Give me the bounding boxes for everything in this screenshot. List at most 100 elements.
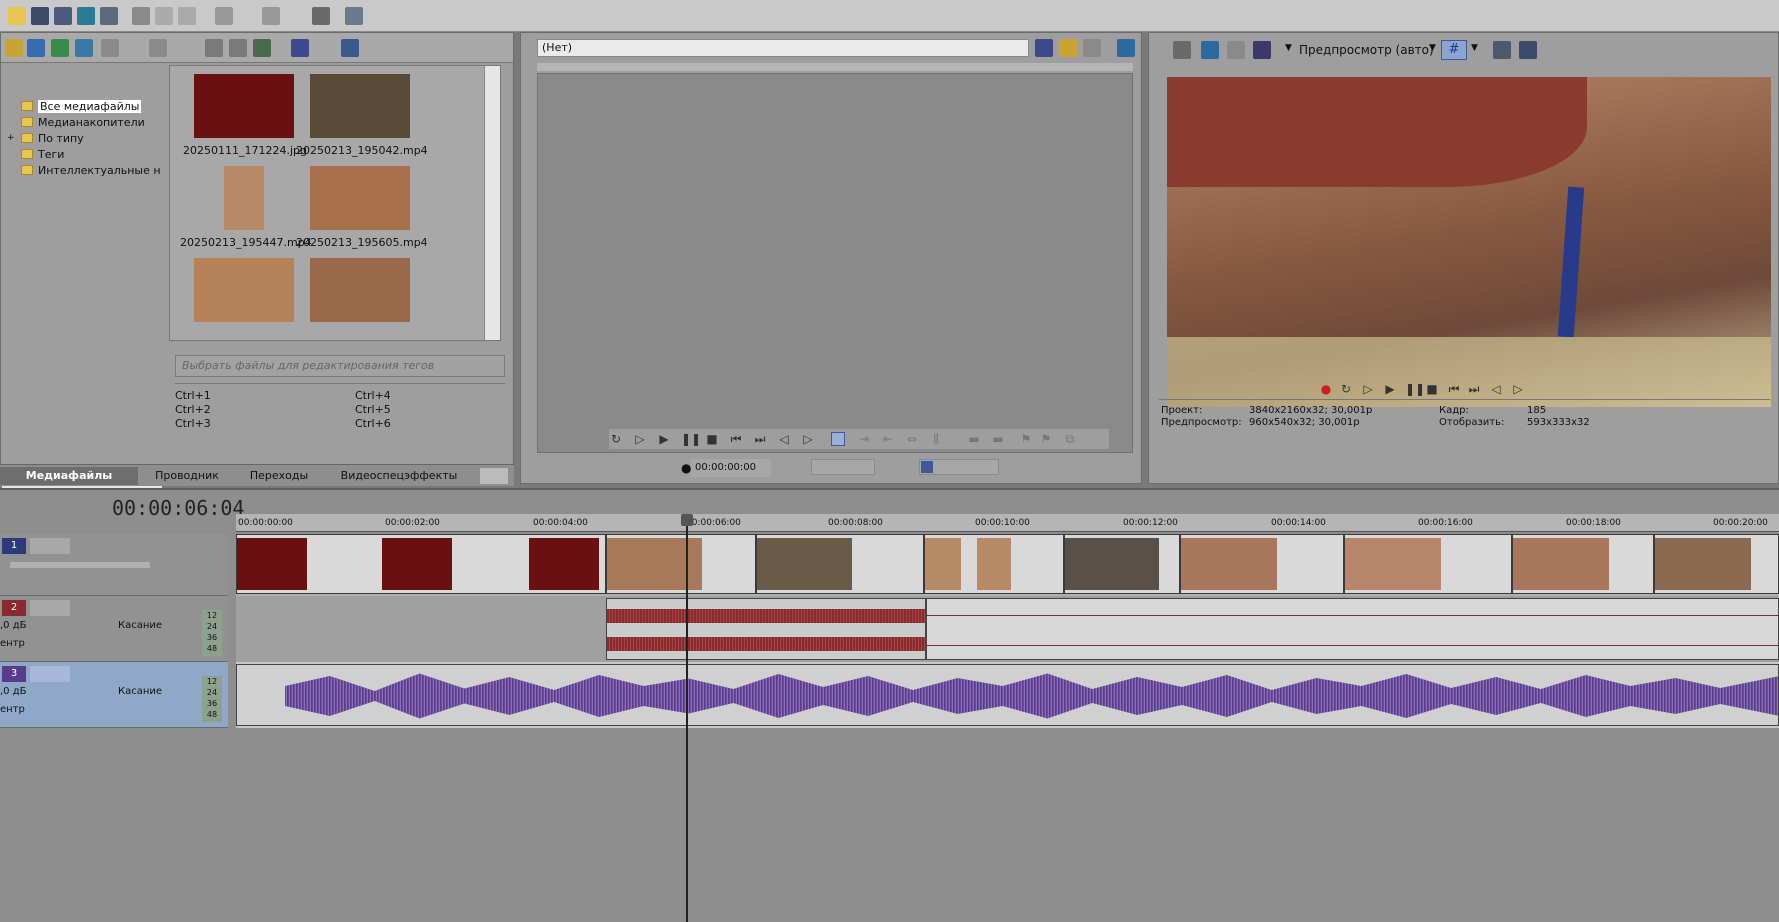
tools-icon[interactable] (149, 39, 167, 57)
view-icon[interactable] (291, 39, 309, 57)
trim-icon[interactable]: ⇤ (881, 432, 895, 446)
chevron-down-icon[interactable]: ▼ (1429, 43, 1436, 53)
video-clip[interactable] (1512, 534, 1654, 594)
save-icon[interactable] (31, 7, 49, 25)
cut-icon[interactable] (132, 7, 150, 25)
track-header-video-1[interactable]: 1 (0, 534, 228, 596)
refresh-icon[interactable] (51, 39, 69, 57)
stop-icon[interactable]: ■ (1425, 382, 1439, 396)
add-icon[interactable]: ▬ (967, 432, 981, 446)
open-icon[interactable] (8, 7, 26, 25)
tree-item-bins[interactable]: Медианакопители (21, 115, 145, 131)
video-clip[interactable] (924, 534, 1064, 594)
marker-icon[interactable]: ⚑ (1039, 432, 1053, 446)
shortcut[interactable]: Ctrl+1 (175, 389, 211, 402)
trimmer-timecode[interactable]: 00:00:00:00 (691, 459, 771, 477)
video-clip[interactable] (1064, 534, 1180, 594)
playhead-handle[interactable] (681, 514, 693, 526)
tree-item-smart-bins[interactable]: Интеллектуальные накопители (21, 163, 161, 179)
shortcut[interactable]: Ctrl+3 (175, 417, 211, 430)
save-as-icon[interactable] (54, 7, 72, 25)
record-icon[interactable]: ● (1319, 382, 1333, 396)
video-clip[interactable] (1180, 534, 1344, 594)
track-name-field[interactable] (30, 538, 70, 554)
pause-icon[interactable]: ❚❚ (681, 432, 701, 446)
remove-icon[interactable] (101, 39, 119, 57)
tree-item-all-media[interactable]: Все медиафайлы (21, 99, 142, 115)
trimmer-display[interactable] (537, 73, 1133, 453)
search-icon[interactable] (341, 39, 359, 57)
help-icon[interactable] (345, 7, 363, 25)
loop-icon[interactable]: ↻ (1339, 382, 1353, 396)
playhead-cursor[interactable] (686, 514, 688, 922)
play-from-start-icon[interactable]: ▷ (1361, 382, 1375, 396)
loop-icon[interactable]: ↻ (609, 432, 623, 446)
tree-item-by-type[interactable]: По типу (21, 131, 84, 147)
preview-quality-dropdown[interactable]: Предпросмотр (авто) (1299, 43, 1434, 57)
copy-snapshot-icon[interactable] (1493, 41, 1511, 59)
import-icon[interactable] (5, 39, 23, 57)
timeline-timecode[interactable]: 00:00:06:04 (112, 496, 244, 520)
properties-icon[interactable] (100, 7, 118, 25)
pause-icon[interactable]: ❚❚ (1405, 382, 1425, 396)
play-icon[interactable]: ▶ (1383, 382, 1397, 396)
track-header-audio-3[interactable]: 3 ,0 дБ ентр Касание 12 24 36 48 (0, 662, 228, 728)
export-icon[interactable]: ⧉ (1063, 432, 1077, 446)
level-slider[interactable] (10, 562, 150, 568)
audio-clip-music[interactable] (236, 664, 1779, 726)
media-thumbnail[interactable]: 20250213_195447.mp4 (180, 166, 312, 249)
trimmer-source-dropdown[interactable]: (Нет) (537, 39, 1029, 57)
trimmer-timeline-strip[interactable] (537, 63, 1133, 71)
trimmer-in-box[interactable] (811, 459, 875, 475)
trim-icon[interactable]: ⇥ (857, 432, 871, 446)
play-icon[interactable] (205, 39, 223, 57)
create-region-icon[interactable] (831, 432, 845, 446)
audio-clip[interactable] (926, 598, 1779, 660)
media-thumbnail[interactable]: 20250213_195605.mp4 (296, 166, 428, 249)
monitor-icon[interactable] (1117, 39, 1135, 57)
media-thumbnail[interactable]: 20250111_171224.jpg (183, 74, 307, 157)
edit-icon[interactable] (1035, 39, 1053, 57)
zoom-media-icon[interactable] (75, 39, 93, 57)
media-vertical-scrollbar[interactable] (484, 66, 500, 340)
play-icon[interactable]: ▶ (657, 432, 671, 446)
stop-icon[interactable] (229, 39, 247, 57)
media-thumbnail[interactable] (310, 258, 410, 322)
media-thumbnail[interactable] (194, 258, 294, 322)
go-end-icon[interactable]: ⏭ (1467, 382, 1481, 396)
tab-scroll-arrows[interactable] (480, 468, 508, 484)
capture-icon[interactable] (27, 39, 45, 57)
overwrite-icon[interactable]: ▬ (991, 432, 1005, 446)
next-frame-icon[interactable]: ▷ (801, 432, 815, 446)
track-header-audio-2[interactable]: 2 ,0 дБ ентр Касание 12 24 36 48 (0, 596, 228, 662)
marker-icon[interactable]: ⚑ (1019, 432, 1033, 446)
chevron-down-icon[interactable]: ▼ (1471, 43, 1478, 53)
chevron-down-icon[interactable]: ▼ (1285, 43, 1292, 53)
next-frame-icon[interactable]: ▷ (1511, 382, 1525, 396)
close-icon[interactable] (1083, 39, 1101, 57)
external-monitor-icon[interactable] (1201, 41, 1219, 59)
render-icon[interactable] (77, 7, 95, 25)
go-start-icon[interactable]: ⏮ (729, 432, 743, 446)
track-name-field[interactable] (30, 600, 70, 616)
save-snapshot-icon[interactable] (1519, 41, 1537, 59)
preview-properties-icon[interactable] (1173, 41, 1191, 59)
paste-icon[interactable] (178, 7, 196, 25)
video-clip[interactable] (1344, 534, 1512, 594)
redo-icon[interactable] (262, 7, 280, 25)
media-thumbnail[interactable]: 20250213_195042.mp4 (296, 74, 428, 157)
shortcut[interactable]: Ctrl+2 (175, 403, 211, 416)
overlays-icon[interactable] (1253, 41, 1271, 59)
tab-transitions[interactable]: Переходы (236, 467, 322, 485)
shortcut[interactable]: Ctrl+4 (355, 389, 391, 402)
copy-icon[interactable] (155, 7, 173, 25)
prev-frame-icon[interactable]: ◁ (777, 432, 791, 446)
automation-mode[interactable]: Касание (118, 686, 162, 697)
shortcut[interactable]: Ctrl+5 (355, 403, 391, 416)
tab-explorer[interactable]: Проводник (140, 467, 234, 485)
play-from-start-icon[interactable]: ▷ (633, 432, 647, 446)
video-clip[interactable] (756, 534, 924, 594)
undo-icon[interactable] (215, 7, 233, 25)
video-clip[interactable] (236, 534, 606, 594)
shortcut[interactable]: Ctrl+6 (355, 417, 391, 430)
